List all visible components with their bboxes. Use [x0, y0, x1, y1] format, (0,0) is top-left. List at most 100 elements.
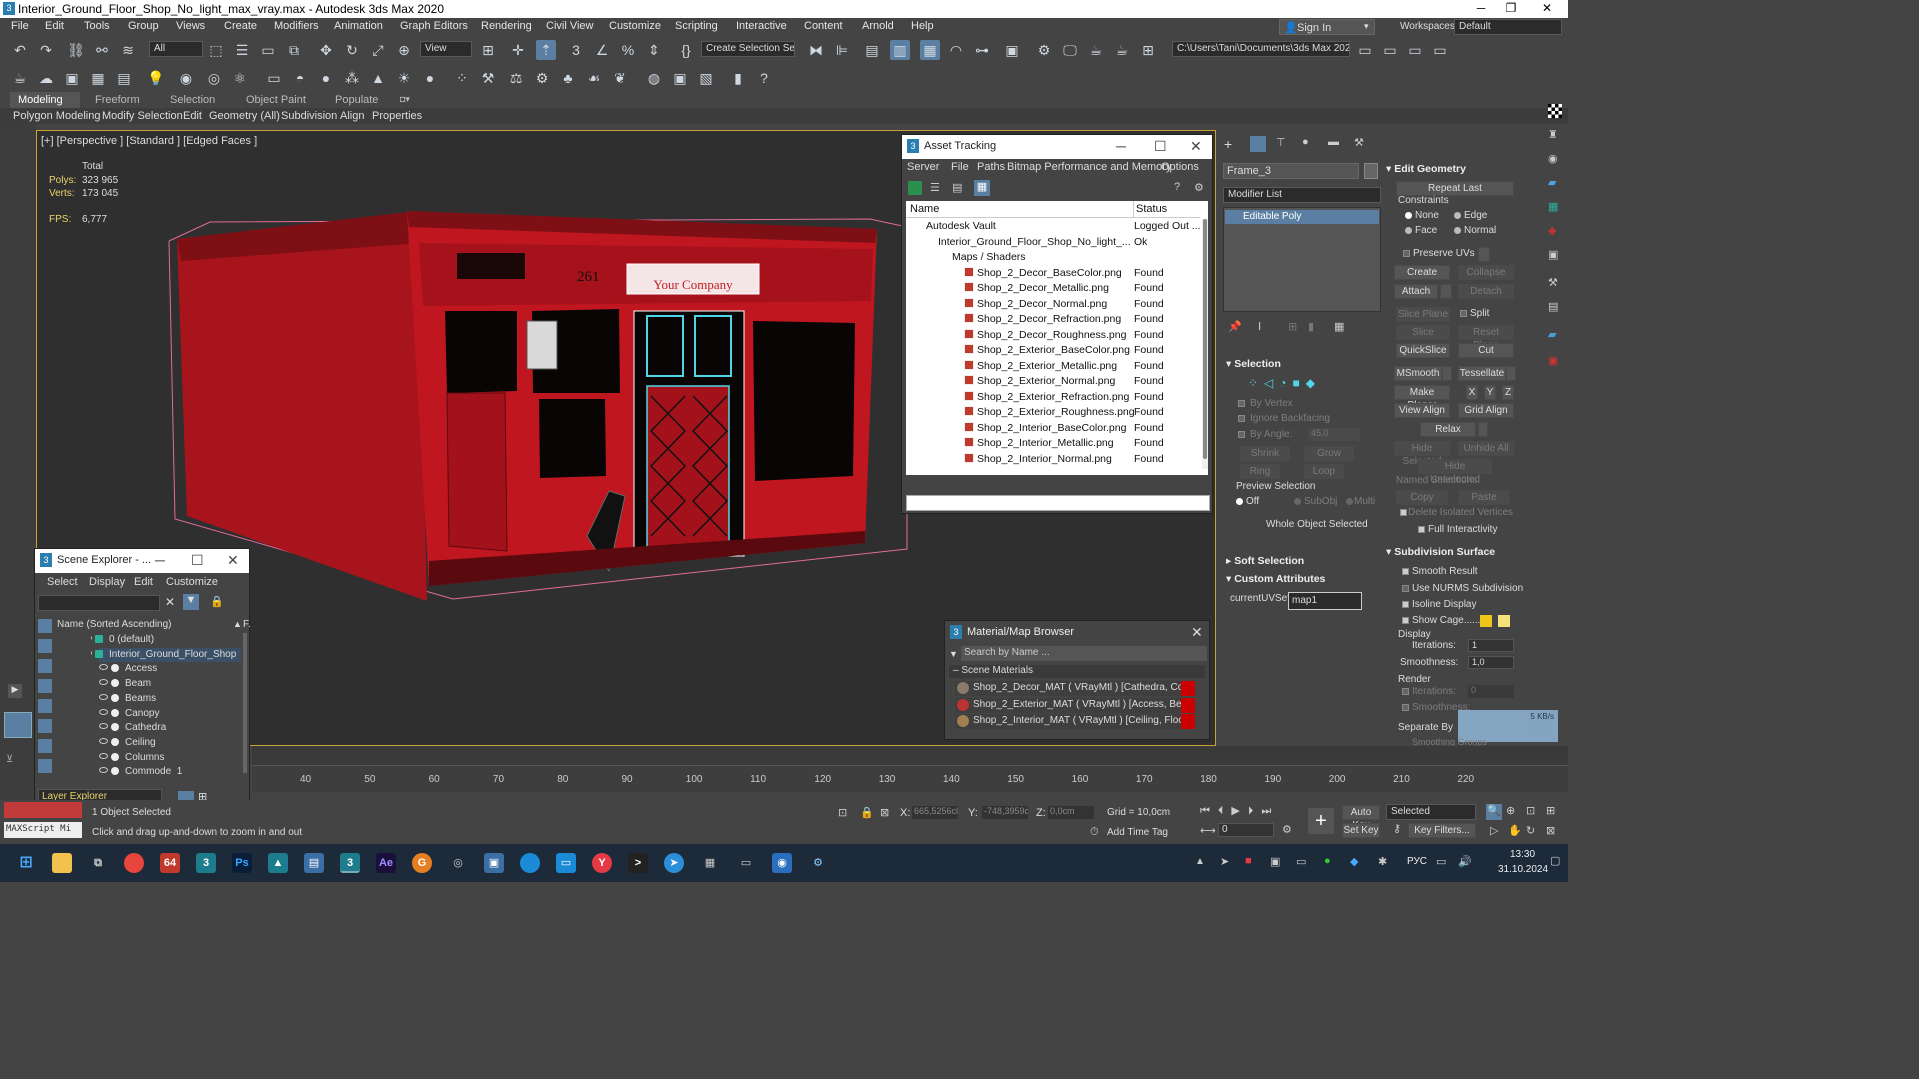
settings-app-icon[interactable]: ⚙: [808, 853, 828, 873]
image-icon[interactable]: ▣: [62, 68, 82, 88]
table-view-icon[interactable]: ▦: [974, 180, 990, 196]
camera-icon[interactable]: ◎: [204, 68, 224, 88]
object-row[interactable]: Beams: [99, 692, 241, 707]
calculator-icon[interactable]: ▦: [700, 853, 720, 873]
checker-icon[interactable]: [1548, 104, 1562, 118]
edit-named-selection-icon[interactable]: {}: [676, 40, 696, 60]
zoom-extents-all-icon[interactable]: ⊞: [1546, 804, 1555, 817]
tree-view-icon[interactable]: ▤: [952, 181, 962, 194]
close-icon[interactable]: ✕: [1190, 138, 1202, 155]
asset-path-field[interactable]: [906, 495, 1210, 511]
menu-views[interactable]: Views: [176, 20, 205, 32]
minimize-button[interactable]: ─: [1466, 0, 1496, 18]
project-folder-icon[interactable]: ▭: [1355, 40, 1375, 60]
ribbon-toggle-icon[interactable]: ▦: [920, 40, 940, 60]
ctrl-icon-10[interactable]: ▣: [1548, 354, 1558, 367]
material-item[interactable]: Shop_2_Decor_MAT ( VRayMtl ) [Cathedra, …: [955, 681, 1195, 696]
app-icon-marvelous[interactable]: ▲: [268, 853, 288, 873]
spinner-snap-icon[interactable]: ⇕: [644, 40, 664, 60]
by-angle-checkbox[interactable]: [1238, 431, 1245, 438]
visibility-eye-icon[interactable]: [99, 664, 108, 671]
asset-row[interactable]: Shop_2_Exterior_Metallic.png Found: [906, 359, 1200, 375]
lock-selection-icon[interactable]: 🔒: [860, 806, 874, 819]
soft-selection-rollout-header[interactable]: ▸ Soft Selection: [1226, 555, 1304, 567]
select-by-name-icon[interactable]: ☰: [232, 40, 252, 60]
asset-row[interactable]: Maps / Shaders: [906, 250, 1200, 266]
interactive-render-icon[interactable]: ▧: [696, 68, 716, 88]
key-icon[interactable]: ⚷: [1393, 822, 1401, 835]
render-iterations-checkbox[interactable]: [1402, 688, 1409, 695]
grid-icon[interactable]: ▦: [88, 68, 108, 88]
sphere-light-icon[interactable]: ●: [420, 68, 440, 88]
maximize-button[interactable]: ❐: [1496, 0, 1526, 18]
ctrl-icon-5[interactable]: ◆: [1548, 224, 1556, 237]
subobject-level-icons[interactable]: ⁘◁◔■◆: [1248, 376, 1378, 392]
iterations-spinner[interactable]: 1: [1468, 639, 1514, 652]
at-menu-server[interactable]: Server: [907, 161, 939, 173]
at-menu-file[interactable]: File: [951, 161, 969, 173]
material-sphere-icon[interactable]: ◍: [644, 68, 664, 88]
visibility-eye-icon[interactable]: [91, 635, 92, 641]
ctrl-icon-2[interactable]: ◉: [1548, 152, 1558, 165]
tray-icon-4[interactable]: ▭: [1296, 855, 1306, 868]
render-setup-icon[interactable]: ⚙: [1034, 40, 1054, 60]
layer-explorer-icon[interactable]: ▥: [890, 40, 910, 60]
modifier-list-dropdown[interactable]: Modifier List: [1223, 187, 1381, 203]
object-row[interactable]: Beam: [99, 677, 241, 692]
percent-snap-icon[interactable]: %: [618, 40, 638, 60]
chrome-icon[interactable]: [124, 853, 144, 873]
time-config-icon[interactable]: ⚙: [1282, 823, 1292, 836]
preview-off-radio[interactable]: [1236, 498, 1243, 505]
constraint-edge-radio[interactable]: [1454, 212, 1461, 219]
asset-row[interactable]: Shop_2_Decor_Metallic.png Found: [906, 281, 1200, 297]
app-blue-icon[interactable]: ▭: [556, 853, 576, 873]
attach-button[interactable]: Attach: [1394, 284, 1438, 299]
preserve-uvs-settings-button[interactable]: [1478, 247, 1490, 262]
show-cage-checkbox[interactable]: [1402, 617, 1409, 624]
ring-button[interactable]: Ring: [1240, 464, 1280, 479]
redo-icon[interactable]: ↷: [36, 40, 56, 60]
volume-icon[interactable]: 🔊: [1458, 855, 1472, 868]
tessellate-button[interactable]: Tessellate: [1458, 366, 1506, 381]
constraint-none-radio[interactable]: [1405, 212, 1412, 219]
visibility-eye-icon[interactable]: [99, 723, 108, 730]
menu-interactive[interactable]: Interactive: [736, 20, 787, 32]
hierarchy-tab-icon[interactable]: ⊤: [1276, 136, 1286, 149]
tray-icon-1[interactable]: ➤: [1220, 855, 1229, 868]
table-icon[interactable]: ▤: [114, 68, 134, 88]
create-button[interactable]: Create: [1394, 265, 1450, 280]
grid-align-button[interactable]: Grid Align: [1458, 403, 1514, 418]
detach-button[interactable]: Detach: [1458, 284, 1514, 299]
remove-modifier-icon[interactable]: ▮: [1308, 320, 1314, 333]
constraint-face-radio[interactable]: [1405, 227, 1412, 234]
sort-icon[interactable]: ▲: [233, 619, 242, 629]
curve-editor-icon[interactable]: ◠: [946, 40, 966, 60]
playback-controls[interactable]: ⏮⏴▶⏵⏭: [1200, 804, 1279, 818]
scrollbar[interactable]: [243, 633, 247, 773]
input-language[interactable]: РУС: [1407, 856, 1427, 867]
notepad-icon[interactable]: ▤: [304, 853, 324, 873]
dome-icon[interactable]: ◓: [290, 68, 310, 88]
close-icon[interactable]: ✕: [1191, 624, 1203, 641]
unlink-icon[interactable]: ⚯: [92, 40, 112, 60]
menu-graph-editors[interactable]: Graph Editors: [400, 20, 468, 32]
display-spacewarps-icon[interactable]: [38, 719, 52, 733]
at-menu-paths[interactable]: Paths: [977, 161, 1005, 173]
network-icon[interactable]: ▭: [1436, 855, 1446, 868]
scrollbar[interactable]: [1202, 219, 1208, 469]
asset-row[interactable]: Shop_2_Decor_Refraction.png Found: [906, 312, 1200, 328]
expand-arrow-icon[interactable]: ▶: [8, 684, 22, 698]
app-64-icon[interactable]: 64: [160, 853, 180, 873]
absolute-mode-icon[interactable]: ⊠: [880, 806, 889, 819]
cone-icon[interactable]: ▲: [368, 68, 388, 88]
ctrl-icon-8[interactable]: ▤: [1548, 300, 1558, 313]
filter-icon[interactable]: ▼: [183, 594, 199, 610]
photoshop-icon[interactable]: Ps: [232, 853, 252, 873]
maxscript-listener-icon[interactable]: ⊻: [6, 754, 13, 765]
keyboard-shortcut-icon[interactable]: ⇡: [536, 40, 556, 60]
proxy-icon[interactable]: ⚛: [230, 68, 250, 88]
teapot-icon[interactable]: ☕: [10, 68, 30, 88]
ctrl-icon-4[interactable]: ▦: [1548, 200, 1558, 213]
object-row[interactable]: Commode_1: [99, 765, 241, 775]
gear-icon[interactable]: ⚙: [532, 68, 552, 88]
